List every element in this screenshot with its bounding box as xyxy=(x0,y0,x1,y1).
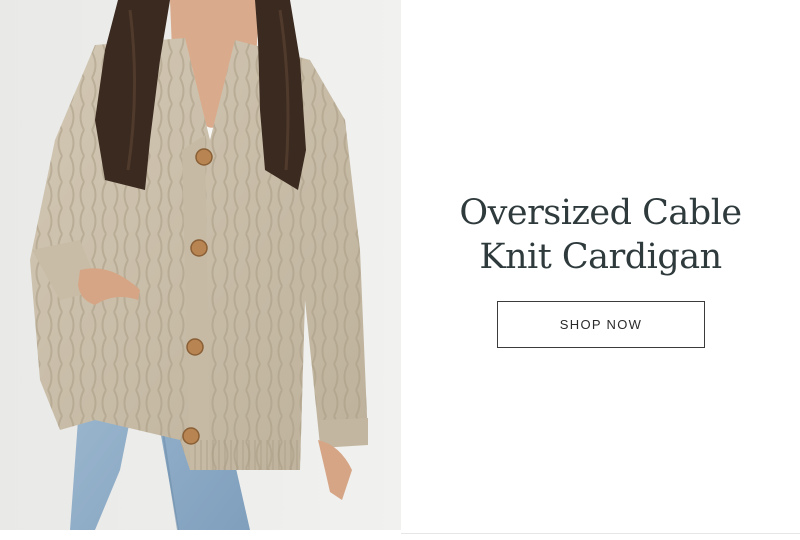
headline-line-1: Oversized Cable xyxy=(459,193,742,233)
headline-line-2: Knit Cardigan xyxy=(479,237,722,277)
photo-bottom-gap xyxy=(0,530,401,540)
copy-panel: Oversized Cable Knit Cardigan SHOP NOW xyxy=(401,0,800,540)
product-photo[interactable] xyxy=(0,0,401,530)
promo-banner: Oversized Cable Knit Cardigan SHOP NOW xyxy=(0,0,800,540)
product-headline: Oversized Cable Knit Cardigan xyxy=(401,191,800,279)
product-photo-illustration xyxy=(0,0,401,530)
divider xyxy=(401,533,800,534)
shop-now-button[interactable]: SHOP NOW xyxy=(497,301,705,348)
